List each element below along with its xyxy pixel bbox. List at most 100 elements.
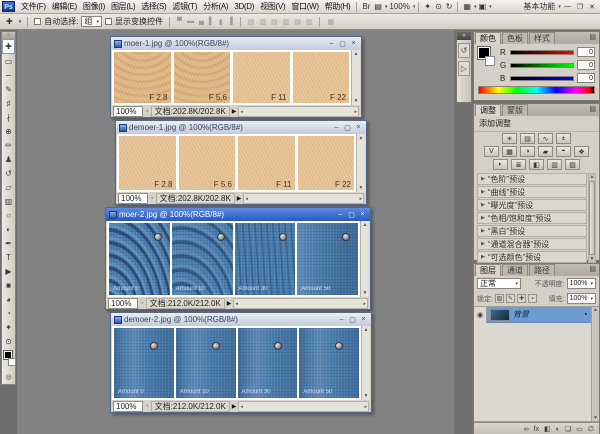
vertical-scrollbar[interactable]: ▲▼	[360, 221, 369, 297]
new-adjustment-layer-icon[interactable]: ◐	[556, 426, 560, 433]
distribute-hcenter-icon[interactable]: ▤	[293, 18, 302, 26]
show-transform-checkbox[interactable]	[105, 18, 112, 25]
preset-channel-mixer[interactable]: ▶“通道混合器”预设	[477, 238, 587, 250]
blue-slider[interactable]	[510, 76, 574, 81]
history-brush-tool[interactable]: ↺	[2, 166, 15, 180]
menu-filter[interactable]: 滤镜(T)	[169, 0, 200, 14]
preset-scrollbar[interactable]: ▲▼	[588, 173, 596, 263]
eyedropper-tool[interactable]: ∤	[2, 110, 15, 124]
align-hcenter-icon[interactable]: ▮	[218, 18, 224, 26]
vertical-scrollbar[interactable]: ▲▼	[361, 326, 370, 400]
window-close-button[interactable]: ×	[359, 316, 368, 323]
green-value-field[interactable]: 0	[577, 60, 595, 70]
color-balance-icon[interactable]: ◑	[520, 146, 535, 157]
zoom-tool-icon[interactable]: ⊙	[433, 0, 444, 14]
scroll-left-icon[interactable]: ◂	[245, 196, 248, 202]
quick-selection-tool[interactable]: ✎	[2, 82, 15, 96]
blur-tool[interactable]: ○	[2, 208, 15, 222]
lock-pixels-icon[interactable]: ✎	[506, 294, 515, 303]
menu-help[interactable]: 帮助(H)	[322, 0, 354, 14]
auto-select-checkbox[interactable]	[34, 18, 41, 25]
distribute-left-icon[interactable]: ▥	[282, 18, 291, 26]
blue-value-field[interactable]: 0	[577, 73, 595, 83]
window-titlebar[interactable]: moer-1.jpg @ 100%(RGB/8#) – ▢ ×	[111, 37, 361, 50]
preset-hue-saturation[interactable]: ▶“色相/饱和度”预设	[477, 212, 587, 224]
scroll-down-icon[interactable]: ▼	[590, 256, 595, 262]
collapse-panels-button[interactable]: «	[457, 32, 471, 40]
horizontal-scrollbar[interactable]: ◂▸	[238, 106, 359, 117]
scroll-down-icon[interactable]: ▼	[593, 415, 598, 421]
background-color-swatch[interactable]	[485, 56, 495, 66]
menu-window[interactable]: 窗口(W)	[288, 0, 321, 14]
window-close-button[interactable]: ×	[349, 40, 358, 47]
lasso-tool[interactable]: ∽	[2, 68, 15, 82]
dodge-tool[interactable]: ◐	[2, 222, 15, 236]
status-menu-arrow[interactable]: ▶	[237, 195, 242, 202]
app-minimize-button[interactable]: —	[561, 3, 574, 10]
menu-3d[interactable]: 3D(D)	[231, 0, 257, 14]
scroll-left-icon[interactable]: ◂	[235, 301, 238, 307]
photo-filter-icon[interactable]: ◓	[556, 146, 571, 157]
window-restore-button[interactable]: ▢	[347, 211, 356, 219]
zoom-percent-field[interactable]: 100%	[113, 106, 143, 117]
type-tool[interactable]: T	[2, 250, 15, 264]
panel-menu-icon[interactable]: ▤	[587, 264, 598, 276]
layer-list-scrollbar[interactable]: ▲▼	[591, 307, 599, 421]
distribute-vcenter-icon[interactable]: ▥	[258, 18, 267, 26]
rect-marquee-tool[interactable]: ▭	[2, 54, 15, 68]
window-restore-button[interactable]: ▢	[348, 316, 357, 324]
status-menu-arrow[interactable]: ▶	[227, 300, 232, 307]
workspace-switcher[interactable]: 基本功能	[521, 0, 557, 14]
clone-stamp-tool[interactable]: ♟	[2, 152, 15, 166]
channel-mixer-icon[interactable]: ❖	[574, 146, 589, 157]
window-titlebar[interactable]: demoer-2.jpg @ 100%(RGB/8#) – ▢ ×	[111, 313, 371, 326]
scroll-right-icon[interactable]: ▸	[354, 109, 357, 115]
scroll-up-icon[interactable]: ▲	[359, 135, 364, 141]
preset-curves[interactable]: ▶“曲线”预设	[477, 186, 587, 198]
black-white-icon[interactable]: ▰	[538, 146, 553, 157]
window-close-button[interactable]: ×	[358, 211, 367, 218]
zoom-percent-field[interactable]: 100%	[108, 298, 138, 309]
arrange-documents-icon[interactable]: ▦	[461, 0, 473, 14]
scroll-up-icon[interactable]: ▲	[363, 222, 368, 228]
delete-layer-icon[interactable]: ∅	[588, 425, 594, 433]
rotate-view-icon[interactable]: ↻	[444, 0, 455, 14]
window-close-button[interactable]: ×	[354, 124, 363, 131]
scroll-right-icon[interactable]: ▸	[364, 404, 367, 410]
opacity-field[interactable]: 100%▾	[567, 278, 596, 289]
fill-field[interactable]: 100%▾	[567, 293, 596, 304]
distribute-top-icon[interactable]: ▤	[247, 18, 256, 26]
window-minimize-button[interactable]: –	[337, 316, 346, 323]
tab-channels[interactable]: 通道	[502, 264, 528, 276]
preset-black-white[interactable]: ▶“黑白”预设	[477, 225, 587, 237]
gradient-tool[interactable]: ▥	[2, 194, 15, 208]
red-slider[interactable]	[510, 50, 574, 55]
menu-image[interactable]: 图像(I)	[80, 0, 108, 14]
levels-icon[interactable]: ▤	[520, 133, 535, 144]
tab-layers[interactable]: 图层	[475, 264, 501, 276]
scroll-down-icon[interactable]: ▼	[354, 98, 359, 104]
scroll-up-icon[interactable]: ▲	[590, 174, 595, 180]
toolbar-grip[interactable]: «	[2, 32, 15, 39]
add-layer-mask-icon[interactable]: ◧	[544, 425, 551, 433]
menu-select[interactable]: 选择(S)	[138, 0, 169, 14]
auto-select-dropdown[interactable]: 组▾	[81, 16, 102, 27]
lock-transparent-icon[interactable]: ▨	[495, 294, 504, 303]
tab-adjustments[interactable]: 调整	[475, 104, 501, 116]
horizontal-scrollbar[interactable]: ◂▸	[233, 298, 368, 309]
path-selection-tool[interactable]: ▶	[2, 264, 15, 278]
preview-panel-icon[interactable]: ▷	[458, 61, 470, 76]
align-left-icon[interactable]: ▌	[208, 18, 215, 25]
new-layer-icon[interactable]: ▭	[576, 425, 583, 433]
scroll-right-icon[interactable]: ▸	[359, 196, 362, 202]
gradient-map-icon[interactable]: ▥	[547, 159, 562, 170]
scroll-down-icon[interactable]: ▼	[364, 393, 369, 399]
layer-visibility-toggle[interactable]: ◉	[474, 307, 487, 323]
window-minimize-button[interactable]: –	[327, 40, 336, 47]
quick-mask-button[interactable]: ◎	[2, 371, 15, 382]
3d-rotate-tool[interactable]: ◕	[2, 292, 15, 306]
vertical-scrollbar[interactable]: ▲▼	[351, 50, 360, 105]
pen-tool[interactable]: ✒	[2, 236, 15, 250]
auto-align-icon[interactable]: ▦	[326, 18, 335, 26]
window-restore-button[interactable]: ▢	[338, 40, 347, 48]
